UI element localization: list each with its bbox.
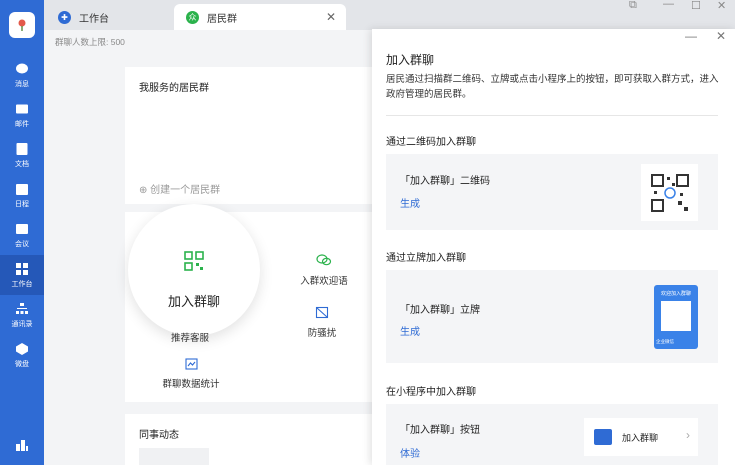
generate-qr-link[interactable]: 生成	[400, 195, 420, 210]
button-item-label: 「加入群聊」按钮	[400, 425, 480, 436]
try-button-link[interactable]: 体验	[400, 445, 420, 460]
section-standee-heading: 通过立牌加入群聊	[386, 253, 466, 264]
window-close-icon[interactable]: ✕	[717, 0, 726, 12]
join-group-panel: — ✕ 加入群聊 居民通过扫描群二维码、立牌或点击小程序上的按钮，即可获取入群方…	[372, 29, 735, 465]
miniprogram-box: 「加入群聊」按钮 体验 加入群聊 ›	[386, 404, 718, 465]
divider	[386, 115, 718, 116]
qr-code-thumbnail[interactable]	[641, 164, 698, 221]
tab-bar: ✚ 工作台 众 居民群 ✕ ⧉ — ☐ ✕	[44, 0, 735, 30]
left-rail: 消息 邮件 文档 日程 会议 工作台 通讯录 微盘	[0, 0, 44, 465]
chevron-right-icon: ›	[686, 428, 690, 442]
panel-title: 加入群聊	[386, 53, 435, 67]
group-limit-text: 群聊人数上限: 500	[55, 37, 125, 47]
qr-code-box: 「加入群聊」二维码 生成	[386, 154, 718, 230]
maximize-icon[interactable]: ☐	[691, 0, 701, 12]
panel-close-icon[interactable]: ✕	[716, 29, 726, 43]
colleague-placeholder	[139, 448, 209, 465]
join-group-feature[interactable]: 加入群聊	[128, 204, 260, 336]
join-group-button-label: 加入群聊	[622, 433, 659, 443]
calendar-icon	[16, 183, 28, 195]
rail-item-docs[interactable]: 文档	[0, 135, 44, 175]
standee-brand: 企业微信	[656, 339, 674, 344]
rail-item-drive[interactable]: 微盘	[0, 335, 44, 375]
rail-item-label: 工作台	[11, 280, 33, 288]
tab-residents-group[interactable]: 众 居民群 ✕	[174, 4, 346, 30]
rail-item-more[interactable]	[0, 425, 44, 465]
anti-harass-feature[interactable]: 防骚扰	[302, 306, 342, 339]
rail-item-calendar[interactable]: 日程	[0, 175, 44, 215]
chart-icon	[184, 358, 198, 370]
create-group-button[interactable]: ⊕ 创建一个居民群	[139, 181, 220, 196]
colleague-title: 同事动态	[139, 430, 179, 441]
section-miniprogram-heading: 在小程序中加入群聊	[386, 387, 476, 398]
logo-icon	[18, 19, 26, 31]
rail-item-label: 消息	[15, 80, 29, 88]
app-logo[interactable]	[9, 12, 35, 38]
join-group-label: 加入群聊	[167, 294, 220, 309]
group-tab-icon: 众	[186, 10, 199, 24]
qr-code-image	[650, 173, 689, 212]
welcome-message-feature[interactable]: 入群欢迎语	[292, 253, 356, 287]
standee-qr	[661, 301, 691, 331]
rail-item-meeting[interactable]: 会议	[0, 215, 44, 255]
rail-item-label: 通讯录	[11, 320, 33, 328]
rail-item-contacts[interactable]: 通讯录	[0, 295, 44, 335]
my-groups-card: 我服务的居民群 ⊕ 创建一个居民群	[125, 67, 385, 204]
my-groups-title: 我服务的居民群	[139, 83, 209, 94]
rail-item-label: 文档	[15, 160, 29, 168]
building-icon	[16, 440, 28, 451]
recommend-service-label: 推荐客服	[170, 333, 209, 344]
group-stats-label: 群聊数据统计	[162, 379, 220, 390]
panel-minimize-icon[interactable]: —	[685, 29, 697, 43]
group-icon	[594, 429, 612, 445]
colleague-card: 同事动态	[125, 414, 385, 465]
workbench-icon	[16, 262, 28, 275]
section-qr-heading: 通过二维码加入群聊	[386, 137, 476, 148]
doc-icon	[16, 142, 28, 155]
qr-code-item-label: 「加入群聊」二维码	[400, 176, 490, 187]
tab-label: 居民群	[207, 13, 237, 25]
rail-item-label: 微盘	[15, 360, 29, 368]
tab-workbench[interactable]: ✚ 工作台	[50, 4, 172, 30]
contacts-icon	[16, 302, 28, 314]
rail-item-label: 邮件	[15, 120, 29, 128]
welcome-message-label: 入群欢迎语	[300, 276, 348, 287]
standee-box: 「加入群聊」立牌 生成 欢迎加入群聊 企业微信	[386, 270, 718, 363]
standee-item-label: 「加入群聊」立牌	[400, 305, 480, 316]
popout-icon[interactable]: ⧉	[629, 0, 637, 12]
shield-icon	[315, 306, 329, 319]
group-stats-feature[interactable]: 群聊数据统计	[156, 358, 226, 390]
chat-icon	[16, 63, 28, 73]
drive-icon	[16, 342, 28, 355]
rail-item-workbench[interactable]: 工作台	[0, 255, 44, 295]
standee-title: 欢迎加入群聊	[660, 291, 691, 297]
close-icon[interactable]: ✕	[326, 10, 336, 24]
rail-item-label: 日程	[15, 200, 29, 208]
anti-harass-label: 防骚扰	[307, 328, 337, 339]
panel-description: 居民通过扫描群二维码、立牌或点击小程序上的按钮，即可获取入群方式，进入政府管理的…	[386, 74, 719, 100]
standee-thumbnail[interactable]: 欢迎加入群聊 企业微信	[654, 285, 698, 349]
rail-item-mail[interactable]: 邮件	[0, 95, 44, 135]
mail-icon	[16, 104, 28, 113]
generate-standee-link[interactable]: 生成	[400, 323, 420, 338]
tab-label: 工作台	[79, 13, 109, 25]
wechat-icon	[316, 254, 332, 266]
rail-item-label: 会议	[15, 240, 29, 248]
workbench-tab-icon: ✚	[58, 10, 71, 24]
rail-item-messages[interactable]: 消息	[0, 55, 44, 95]
qr-code-icon	[184, 251, 204, 271]
minimize-icon[interactable]: —	[663, 0, 674, 10]
meeting-icon	[16, 223, 28, 234]
recommend-service-feature[interactable]: 推荐客服	[166, 330, 214, 344]
join-group-button-preview[interactable]: 加入群聊 ›	[584, 418, 698, 456]
